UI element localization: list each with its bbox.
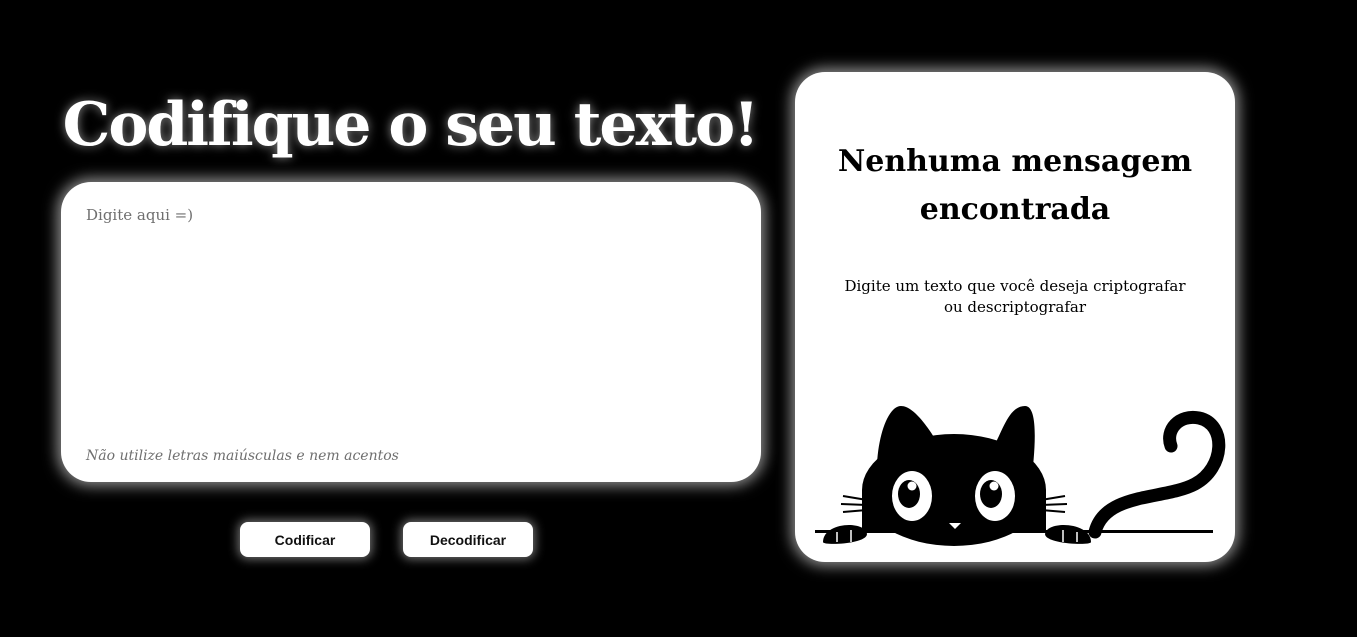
page: Codifique o seu texto! Não utilize letra…	[0, 0, 1357, 637]
decode-button[interactable]: Decodificar	[403, 522, 533, 557]
page-title: Codifique o seu texto!	[62, 90, 760, 160]
encode-button[interactable]: Codificar	[240, 522, 370, 557]
output-card: Nenhuma mensagem encontrada Digite um te…	[795, 72, 1235, 562]
peeking-cat-icon	[815, 406, 1226, 546]
output-title: Nenhuma mensagem encontrada	[837, 144, 1193, 227]
input-card: Não utilize letras maiúsculas e nem acen…	[61, 182, 761, 482]
input-hint: Não utilize letras maiúsculas e nem acen…	[86, 448, 399, 464]
output-message: Digite um texto que você deseja criptogr…	[844, 277, 1186, 316]
text-input[interactable]	[86, 206, 726, 426]
